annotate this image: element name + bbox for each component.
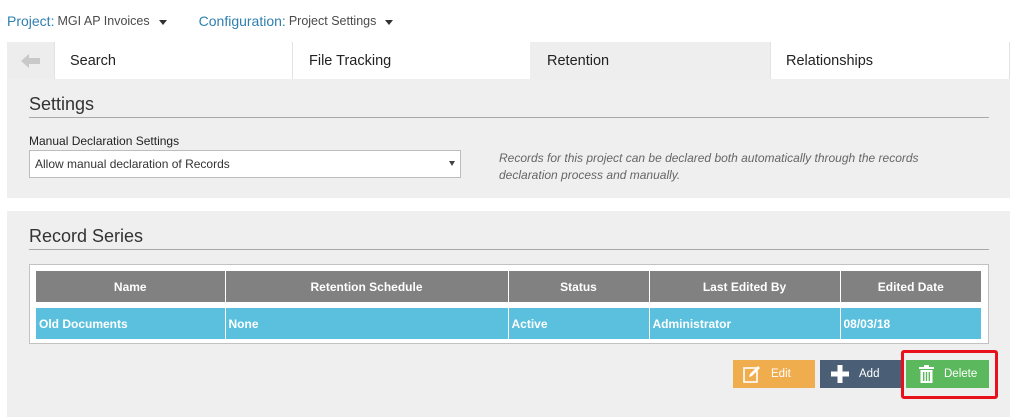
select-value: Allow manual declaration of Records bbox=[35, 157, 230, 171]
top-breadcrumb-bar: Project: MGI AP Invoices Configuration: … bbox=[7, 11, 425, 31]
edit-label: Edit bbox=[771, 368, 791, 380]
tab-search[interactable]: Search bbox=[54, 42, 292, 79]
tab-label: File Tracking bbox=[309, 52, 392, 69]
delete-label: Delete bbox=[944, 368, 978, 380]
column-header-last-edited-by[interactable]: Last Edited By bbox=[649, 271, 841, 305]
tab-retention[interactable]: Retention bbox=[530, 42, 770, 79]
add-label: Add bbox=[859, 368, 880, 380]
settings-title: Settings bbox=[29, 94, 95, 114]
cell-retention-schedule: None bbox=[225, 302, 509, 339]
tab-label: Search bbox=[70, 52, 116, 69]
tab-bar: Search File Tracking Retention Relations… bbox=[7, 42, 1010, 79]
project-dropdown[interactable]: Project: MGI AP Invoices bbox=[7, 13, 167, 29]
project-label: Project: bbox=[7, 13, 55, 29]
tab-label: Relationships bbox=[786, 52, 874, 69]
column-header-edited-date[interactable]: Edited Date bbox=[840, 271, 981, 305]
configuration-value: Project Settings bbox=[288, 14, 377, 28]
cell-last-edited-by: Administrator bbox=[649, 302, 841, 339]
tab-relationships[interactable]: Relationships bbox=[770, 42, 1010, 79]
tab-file-tracking[interactable]: File Tracking bbox=[292, 42, 530, 79]
chevron-down-icon bbox=[449, 161, 455, 166]
back-button[interactable] bbox=[7, 42, 54, 79]
divider bbox=[29, 117, 989, 118]
edit-button[interactable]: Edit bbox=[733, 360, 815, 388]
pencil-square-icon bbox=[743, 366, 760, 383]
delete-button[interactable]: Delete bbox=[906, 360, 989, 388]
tab-label: Retention bbox=[547, 52, 610, 69]
settings-panel: Settings Manual Declaration Settings All… bbox=[7, 79, 1010, 198]
cell-status: Active bbox=[508, 302, 650, 339]
configuration-label: Configuration: bbox=[198, 13, 286, 29]
column-header-name[interactable]: Name bbox=[36, 271, 226, 305]
trash-icon bbox=[919, 365, 934, 383]
record-series-table: Name Retention Schedule Status Last Edit… bbox=[36, 271, 981, 339]
manual-declaration-select[interactable]: Allow manual declaration of Records bbox=[29, 150, 461, 178]
manual-declaration-label: Manual Declaration Settings bbox=[29, 134, 180, 148]
configuration-dropdown[interactable]: Configuration: Project Settings bbox=[199, 13, 394, 29]
table-row[interactable]: Old Documents None Active Administrator … bbox=[36, 302, 981, 339]
cell-name: Old Documents bbox=[36, 302, 226, 339]
caret-down-icon bbox=[158, 19, 167, 25]
declaration-note: Records for this project can be declared… bbox=[499, 151, 919, 182]
record-series-title: Record Series bbox=[29, 226, 144, 246]
arrow-left-icon bbox=[20, 53, 40, 68]
column-header-retention-schedule[interactable]: Retention Schedule bbox=[225, 271, 509, 305]
add-button[interactable]: Add bbox=[820, 360, 902, 388]
divider bbox=[29, 249, 989, 250]
caret-down-icon bbox=[385, 19, 394, 25]
record-series-grid: Name Retention Schedule Status Last Edit… bbox=[29, 264, 989, 344]
cell-edited-date: 08/03/18 bbox=[840, 302, 981, 339]
plus-icon bbox=[831, 365, 849, 383]
column-header-status[interactable]: Status bbox=[508, 271, 650, 305]
record-series-panel: Record Series Name Retention Schedule St… bbox=[7, 211, 1010, 417]
table-header-row: Name Retention Schedule Status Last Edit… bbox=[36, 271, 981, 305]
project-value: MGI AP Invoices bbox=[57, 14, 150, 28]
